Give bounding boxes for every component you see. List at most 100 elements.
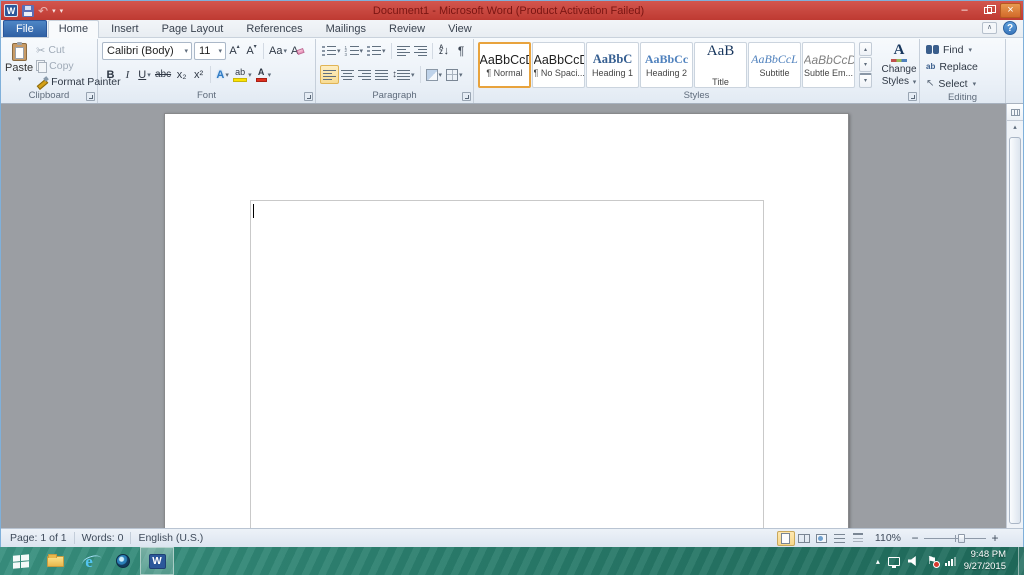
bullets-button[interactable]: ▾ [320,42,343,61]
font-size-dropdown-icon[interactable]: ▾ [218,47,222,55]
styles-gallery-up-button[interactable]: ▴ [859,42,872,57]
font-name-dropdown-icon[interactable]: ▾ [184,47,188,55]
zoom-slider[interactable] [924,533,986,544]
tab-file[interactable]: File [3,20,47,37]
help-icon[interactable]: ? [1003,21,1017,35]
ruler-toggle-button[interactable] [1007,104,1023,121]
taskbar-clock[interactable]: 9:48 PM 9/27/2015 [964,549,1010,573]
styles-dialog-launcher[interactable] [908,92,917,101]
undo-dropdown-icon[interactable]: ▾ [52,7,56,15]
sort-button[interactable]: A Z ↓ [436,42,453,61]
align-right-button[interactable] [356,65,373,84]
style-heading-2[interactable]: AaBbCc Heading 2 [640,42,693,88]
font-size-combo[interactable]: 11 ▾ [194,42,226,60]
change-styles-button[interactable]: A Change Styles ▾ [875,43,923,87]
tab-page-layout[interactable]: Page Layout [151,20,235,37]
decrease-indent-button[interactable] [395,42,412,61]
styles-gallery-more-button[interactable]: ▾ [859,72,872,88]
tab-review[interactable]: Review [378,20,436,37]
font-dialog-launcher[interactable] [304,92,313,101]
replace-button[interactable]: ab Replace [924,58,1002,75]
save-icon[interactable] [22,4,34,17]
print-layout-view-button[interactable] [776,530,795,546]
show-desktop-button[interactable] [1018,547,1024,575]
paste-dropdown-icon[interactable]: ▾ [18,75,22,83]
network-tray-icon[interactable] [944,556,956,566]
minimize-button[interactable]: – [954,3,975,18]
volume-tray-icon[interactable] [907,556,916,566]
italic-button[interactable]: I [119,65,136,84]
display-tray-icon[interactable] [887,556,900,568]
justify-button[interactable] [373,65,390,84]
shading-button[interactable]: ▾ [424,65,445,84]
grow-font-icon: ▴ [236,43,240,50]
clipboard-dialog-launcher[interactable] [86,92,95,101]
style-subtle-emphasis[interactable]: AaBbCcDc Subtle Em... [802,42,855,88]
grow-font-button[interactable]: A ▴ [226,42,243,61]
find-button[interactable]: Find ▾ [924,41,1002,58]
clock-date: 9/27/2015 [963,561,1006,572]
highlight-button[interactable]: ab ▾ [231,65,254,84]
start-button[interactable] [4,547,38,575]
web-layout-view-button[interactable] [813,531,831,546]
subscript-button[interactable]: x₂ [173,65,190,84]
outline-view-button[interactable] [831,531,849,546]
scrollbar-thumb[interactable] [1009,137,1021,524]
document-page[interactable] [164,113,849,528]
font-name-combo[interactable]: Calibri (Body) ▾ [102,42,192,60]
numbering-button[interactable]: ▾ [343,42,366,61]
minimize-ribbon-icon[interactable]: ∧ [982,22,997,34]
zoom-in-button[interactable]: + [989,532,1001,544]
style-title[interactable]: AaB Title [694,42,747,88]
align-center-button[interactable] [339,65,356,84]
tab-home[interactable]: Home [47,20,100,38]
media-player-button[interactable] [106,547,140,575]
tab-references[interactable]: References [235,20,313,37]
internet-explorer-button[interactable]: e [72,547,106,575]
draft-view-button[interactable] [849,531,867,546]
zoom-slider-thumb[interactable] [958,533,966,543]
text-effects-button[interactable]: A ▾ [214,65,231,84]
undo-icon[interactable]: ↶ [38,5,48,17]
style-no-spacing[interactable]: AaBbCcDc ¶ No Spaci... [532,42,585,88]
tab-view[interactable]: View [437,20,483,37]
multilevel-list-button[interactable]: ▾ [365,42,388,61]
scroll-up-button[interactable]: ▴ [1007,121,1023,135]
action-center-flag-icon[interactable]: ⚑ [927,555,940,568]
font-color-button[interactable]: A ▾ [254,65,274,84]
increase-indent-button[interactable] [412,42,429,61]
language-indicator[interactable]: English (U.S.) [131,529,210,547]
superscript-button[interactable]: x² [190,65,207,84]
bold-button[interactable]: B [102,65,119,84]
word-app-icon[interactable]: W [4,4,18,17]
align-left-button[interactable] [320,65,339,84]
word-count[interactable]: Words: 0 [75,529,131,547]
clear-formatting-button[interactable]: A [289,42,306,61]
file-explorer-button[interactable] [38,547,72,575]
restore-button[interactable] [977,3,998,18]
line-spacing-button[interactable]: ↕ ▾ [390,65,417,84]
underline-button[interactable]: U ▾ [136,65,153,84]
paste-button[interactable]: Paste ▾ [5,41,33,90]
tab-mailings[interactable]: Mailings [315,20,377,37]
vertical-scrollbar[interactable]: ▴ [1006,104,1023,528]
show-hidden-icons-button[interactable]: ▴ [876,557,880,566]
word-taskbar-button[interactable]: W [140,547,174,575]
zoom-out-button[interactable]: − [909,532,921,544]
change-case-button[interactable]: Aa ▾ [267,42,289,61]
style-heading-1[interactable]: AaBbC Heading 1 [586,42,639,88]
show-paragraph-marks-button[interactable]: ¶ [453,42,470,61]
select-button[interactable]: ↖ Select ▾ [924,75,1002,92]
shrink-font-button[interactable]: A ▾ [243,42,260,61]
page-count[interactable]: Page: 1 of 1 [3,529,74,547]
styles-gallery-down-button[interactable]: ▾ [859,57,872,72]
tab-insert[interactable]: Insert [100,20,150,37]
zoom-level[interactable]: 110% [870,532,906,544]
strikethrough-button[interactable]: abc [153,65,173,84]
paragraph-dialog-launcher[interactable] [462,92,471,101]
close-button[interactable]: × [1000,3,1021,18]
style-normal[interactable]: AaBbCcDc ¶ Normal [478,42,531,88]
style-subtitle[interactable]: AaBbCcL Subtitle [748,42,801,88]
borders-button[interactable]: ▾ [444,65,465,84]
fullscreen-reading-view-button[interactable] [795,531,813,546]
